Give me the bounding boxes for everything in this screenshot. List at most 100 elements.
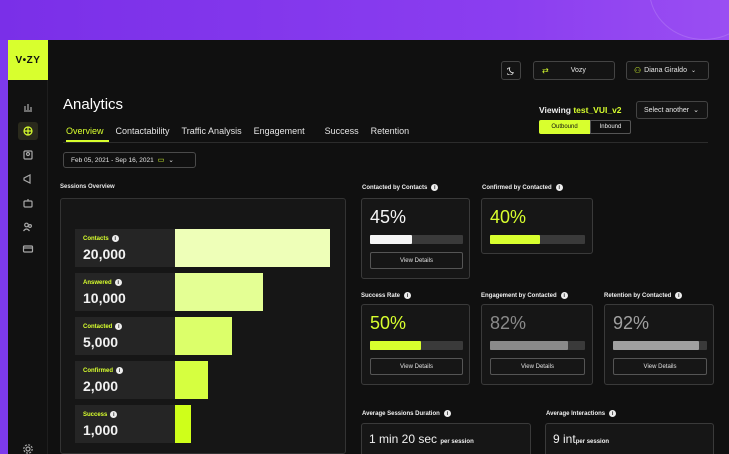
funnel-value: 5,000 (83, 334, 119, 350)
contacted-by-contacts-card: 45% View Details (361, 198, 470, 279)
info-icon[interactable]: i (443, 410, 451, 417)
info-icon[interactable]: i (116, 367, 123, 374)
card-progress-track (490, 235, 585, 244)
tab-bar: Overview Contactability Traffic Analysis… (66, 126, 421, 139)
app-window: V•ZY ⇄ Vozy ⚇ Diana Giraldo ⌄ Analytics … (8, 40, 729, 454)
success-rate-card: 50% View Details (361, 304, 470, 385)
viewing-prefix: Viewing (539, 105, 571, 115)
success-rate-label: Success Rate i (361, 292, 412, 299)
funnel-label: Contacted i 5,000 (75, 317, 175, 355)
card-progress-fill (613, 341, 699, 350)
info-icon[interactable]: i (431, 184, 439, 191)
funnel-label: Confirmed i 2,000 (75, 361, 175, 399)
calendar-icon: ▭ (157, 157, 165, 164)
view-details-button[interactable]: View Details (370, 252, 463, 269)
select-another-button[interactable]: Select another ⌄ (636, 101, 708, 119)
page-title: Analytics (63, 96, 124, 113)
viewing-name: test_VUI_v2 (573, 105, 622, 115)
chevron-down-icon: ⌄ (168, 157, 174, 164)
avg-sessions-duration-value: 1 min 20 sec per session (369, 432, 474, 446)
retention-by-contacted-card: 92% View Details (604, 304, 714, 385)
user-name: Diana Giraldo (644, 67, 687, 74)
segment-outbound[interactable]: Outbound (539, 120, 590, 134)
info-icon[interactable]: i (560, 292, 568, 299)
settings-icon[interactable] (18, 440, 38, 454)
funnel-bar (175, 317, 232, 355)
engagement-by-contacted-card: 82% View Details (481, 304, 593, 385)
tab-contactability[interactable]: Contactability (116, 126, 170, 139)
card-progress-track (490, 341, 585, 350)
bot-icon[interactable] (18, 194, 38, 212)
card-progress-fill (370, 235, 412, 244)
confirmed-by-contacted-card: 40% (481, 198, 593, 254)
billing-icon[interactable] (18, 240, 38, 258)
info-icon[interactable]: i (114, 279, 122, 286)
info-icon[interactable]: i (609, 410, 617, 417)
date-range-picker[interactable]: Feb 05, 2021 - Sep 16, 2021 ▭ ⌄ (63, 152, 196, 168)
view-details-button[interactable]: View Details (613, 358, 707, 375)
select-another-label: Select another (644, 106, 690, 114)
date-range-value: Feb 05, 2021 - Sep 16, 2021 (71, 156, 154, 164)
view-details-button[interactable]: View Details (370, 358, 463, 375)
sidebar: V•ZY (8, 40, 48, 454)
retention-by-contacted-label: Retention by Contacted i (604, 292, 683, 299)
funnel-name: Confirmed i (83, 367, 123, 374)
engagement-by-contacted-label: Engagement by Contacted i (481, 292, 568, 299)
info-icon[interactable]: i (110, 411, 118, 418)
card-progress-fill (370, 341, 421, 350)
tab-engagement[interactable]: Engagement (254, 126, 305, 139)
funnel-label: Success i 1,000 (75, 405, 175, 443)
funnel-label: Answered i 10,000 (75, 273, 175, 311)
tab-success[interactable]: Success (325, 126, 359, 139)
tabs-divider (63, 142, 708, 143)
avg-sessions-duration-card: 1 min 20 sec per session (361, 423, 531, 454)
user-menu[interactable]: ⚇ Diana Giraldo ⌄ (626, 61, 709, 80)
card-progress-fill (490, 235, 540, 244)
view-details-button[interactable]: View Details (490, 358, 585, 375)
background-banner (0, 0, 729, 40)
project-name: Vozy (570, 67, 586, 74)
theme-toggle-button[interactable] (501, 61, 521, 80)
project-switcher[interactable]: ⇄ Vozy (533, 61, 615, 80)
users-icon[interactable] (18, 218, 38, 236)
info-icon[interactable]: i (111, 235, 119, 242)
card-percentage: 92% (613, 313, 650, 333)
viewing-label: Viewing test_VUI_v2 (539, 105, 622, 115)
avg-interactions-label: Average Interactions i (546, 410, 617, 417)
contacts-icon[interactable] (18, 146, 38, 164)
contacted-by-contacts-label: Contacted by Contacts i (362, 184, 439, 191)
vozy-logo[interactable]: V•ZY (8, 40, 48, 80)
analytics-icon[interactable] (18, 122, 38, 140)
dashboard-icon[interactable] (18, 98, 38, 116)
campaigns-icon[interactable] (18, 170, 38, 188)
info-icon[interactable]: i (404, 292, 412, 299)
tab-traffic-analysis[interactable]: Traffic Analysis (182, 126, 242, 139)
active-tab-indicator (66, 140, 109, 142)
funnel-name: Contacted i (83, 323, 123, 330)
card-progress-track (613, 341, 707, 350)
chevron-down-icon: ⌄ (693, 107, 700, 114)
funnel-value: 20,000 (83, 246, 126, 262)
card-progress-track (370, 235, 463, 244)
avg-interactions-value: 9 intper session (553, 432, 610, 446)
tab-retention[interactable]: Retention (371, 126, 410, 139)
info-icon[interactable]: i (115, 323, 123, 330)
funnel-bar (175, 361, 208, 399)
moon-icon (506, 67, 514, 75)
info-icon[interactable]: i (675, 292, 683, 299)
confirmed-by-contacted-label: Confirmed by Contacted i (482, 184, 563, 191)
card-percentage: 45% (370, 207, 407, 227)
funnel-name: Success i (83, 411, 118, 418)
card-percentage: 82% (490, 313, 527, 333)
funnel-value: 2,000 (83, 378, 119, 394)
info-icon[interactable]: i (555, 184, 563, 191)
funnel-name: Answered i (83, 279, 122, 286)
funnel-bar (175, 229, 330, 267)
swap-icon: ⇄ (542, 66, 549, 75)
sessions-funnel: Contacts i 20,000 Answered i 10,000 Contac… (60, 198, 346, 454)
tab-overview[interactable]: Overview (66, 126, 104, 139)
segment-inbound[interactable]: Inbound (590, 120, 631, 134)
card-progress-fill (490, 341, 568, 350)
funnel-bar (175, 273, 263, 311)
user-icon: ⚇ (634, 66, 642, 75)
